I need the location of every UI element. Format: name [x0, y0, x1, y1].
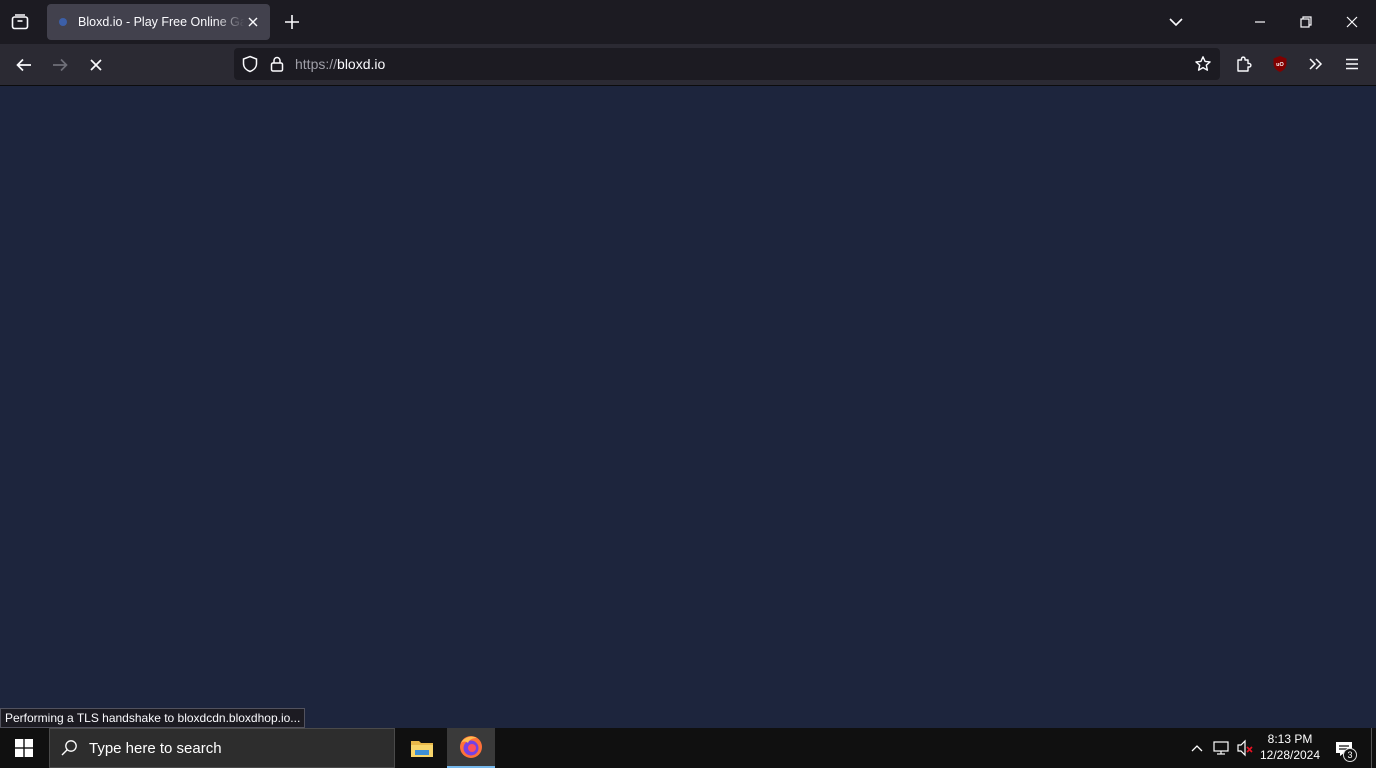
show-desktop-button[interactable] — [1371, 728, 1376, 768]
tab-bloxd[interactable]: Bloxd.io - Play Free Online Games — [47, 4, 270, 40]
search-icon — [61, 740, 77, 756]
stop-loading-button[interactable] — [85, 54, 107, 76]
forward-icon — [53, 58, 68, 72]
restore-icon[interactable] — [1296, 12, 1316, 32]
overflow-menu-icon[interactable] — [1306, 54, 1326, 74]
url-scheme: https:// — [295, 56, 338, 72]
search-placeholder: Type here to search — [89, 740, 222, 757]
lock-icon[interactable] — [268, 55, 286, 73]
url-text[interactable]: https://bloxd.io — [295, 56, 385, 72]
firefox-icon — [460, 736, 482, 758]
ublock-origin-icon[interactable]: uO — [1270, 54, 1290, 74]
network-icon[interactable] — [1212, 728, 1232, 768]
shield-icon[interactable] — [241, 55, 259, 73]
notification-count-badge: 3 — [1343, 748, 1357, 762]
forward-button[interactable] — [49, 54, 71, 76]
site-favicon — [59, 18, 67, 26]
tab-title: Bloxd.io - Play Free Online Games — [78, 15, 259, 29]
stop-loading-icon — [90, 59, 102, 71]
clock-time: 8:13 PM — [1267, 732, 1313, 746]
minimize-icon[interactable] — [1250, 12, 1270, 32]
taskbar-file-explorer[interactable] — [398, 728, 446, 768]
extensions-icon[interactable] — [1234, 54, 1254, 74]
tab-strip: Bloxd.io - Play Free Online Games — [0, 0, 1376, 44]
start-button[interactable] — [0, 728, 48, 768]
status-panel: Performing a TLS handshake to bloxdcdn.b… — [0, 708, 306, 728]
back-icon — [16, 58, 31, 72]
file-explorer-icon — [411, 741, 433, 757]
back-button[interactable] — [13, 54, 35, 76]
show-hidden-icons-icon[interactable] — [1189, 728, 1205, 768]
bookmark-star-icon[interactable] — [1194, 55, 1212, 73]
windows-logo-icon — [15, 739, 33, 757]
action-center-button[interactable]: 3 — [1330, 728, 1360, 768]
taskbar: Type here to search 8:13 PM 12/28/2024 3 — [0, 728, 1376, 768]
new-tab-icon[interactable] — [282, 12, 302, 32]
hamburger-menu-icon[interactable] — [1342, 54, 1362, 74]
navigation-toolbar: https://bloxd.io uO — [0, 44, 1376, 86]
url-host: bloxd.io — [337, 56, 386, 72]
volume-muted-icon[interactable] — [1236, 728, 1256, 768]
notification-icon — [1336, 742, 1352, 756]
taskbar-search-box[interactable]: Type here to search — [49, 728, 395, 768]
tab-list-icon — [11, 14, 29, 30]
close-tab-icon[interactable] — [245, 14, 261, 30]
page-content[interactable] — [0, 86, 1376, 728]
tab-list-button[interactable] — [8, 10, 32, 34]
url-bar[interactable]: https://bloxd.io — [234, 48, 1220, 80]
clock-date: 12/28/2024 — [1259, 748, 1321, 762]
close-window-icon[interactable] — [1342, 12, 1362, 32]
svg-text:uO: uO — [1276, 62, 1284, 68]
list-all-tabs-icon[interactable] — [1166, 12, 1186, 32]
taskbar-firefox[interactable] — [447, 728, 495, 768]
taskbar-clock[interactable]: 8:13 PM 12/28/2024 — [1254, 731, 1326, 763]
